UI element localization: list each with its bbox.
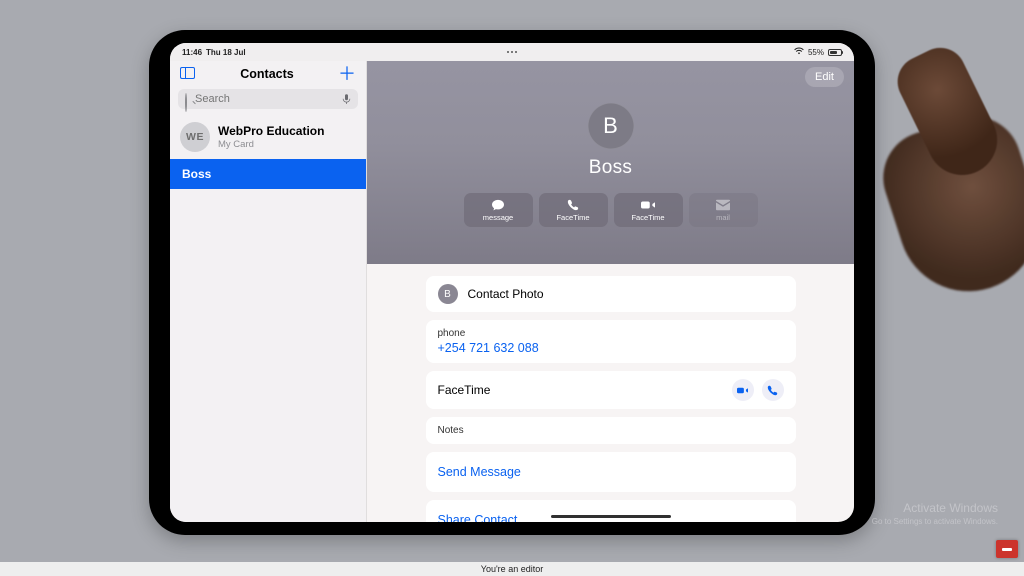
notes-card[interactable]: Notes — [426, 417, 796, 444]
ipad-device-frame: 11:46 Thu 18 Jul 55% Contacts ＋ — [149, 30, 875, 535]
contact-row-selected[interactable]: Boss — [170, 159, 366, 189]
sidebar-toggle-icon[interactable] — [180, 67, 196, 81]
video-icon — [641, 199, 655, 211]
phone-field-label: phone — [438, 328, 784, 339]
battery-pct: 55% — [808, 48, 824, 57]
battery-icon — [828, 49, 842, 56]
my-card-row[interactable]: WE WebPro Education My Card — [170, 115, 366, 159]
search-icon — [185, 94, 190, 105]
facetime-card: FaceTime — [426, 371, 796, 409]
contact-detail-pane: Edit B Boss message FaceTime — [367, 61, 854, 522]
contact-row-label: Boss — [182, 167, 211, 181]
facetime-audio-button[interactable] — [762, 379, 784, 401]
share-contact-row[interactable]: Share Contact — [426, 500, 796, 522]
facetime-video-action-button[interactable]: FaceTime — [614, 193, 683, 227]
facetime-label: FaceTime — [438, 383, 491, 397]
search-field[interactable] — [178, 89, 358, 109]
home-indicator[interactable] — [551, 515, 671, 519]
phone-card[interactable]: phone +254 721 632 088 — [426, 320, 796, 363]
message-icon — [491, 199, 505, 211]
wifi-icon — [794, 47, 804, 57]
edit-button[interactable]: Edit — [805, 67, 844, 87]
dictation-icon[interactable] — [342, 94, 351, 105]
sidebar-title: Contacts — [240, 67, 293, 81]
phone-number[interactable]: +254 721 632 088 — [438, 341, 784, 355]
my-card-name: WebPro Education — [218, 124, 324, 138]
contact-name: Boss — [589, 157, 632, 179]
contact-photo-row[interactable]: B Contact Photo — [426, 276, 796, 312]
search-input[interactable] — [195, 93, 337, 105]
my-card-sub: My Card — [218, 139, 324, 150]
my-card-avatar: WE — [180, 122, 210, 152]
contact-photo-label: Contact Photo — [468, 287, 544, 301]
status-bar: 11:46 Thu 18 Jul 55% — [170, 43, 854, 61]
multitask-dots-icon[interactable] — [507, 51, 517, 53]
video-icon — [737, 385, 748, 396]
send-message-row[interactable]: Send Message — [426, 452, 796, 492]
phone-icon — [566, 199, 580, 211]
phone-icon — [767, 385, 778, 396]
windows-activation-watermark: Activate Windows Go to Settings to activ… — [872, 501, 998, 526]
add-contact-button[interactable]: ＋ — [338, 67, 356, 81]
contact-photo-avatar: B — [438, 284, 458, 304]
message-action-button[interactable]: message — [464, 193, 533, 227]
contact-hero: Edit B Boss message FaceTime — [367, 61, 854, 264]
recorder-badge-icon — [996, 540, 1018, 558]
contact-avatar[interactable]: B — [588, 103, 634, 149]
mail-action-button: mail — [689, 193, 758, 227]
facetime-video-button[interactable] — [732, 379, 754, 401]
mail-icon — [716, 199, 730, 211]
editor-footer: You're an editor — [0, 562, 1024, 576]
status-date: Thu 18 Jul — [206, 48, 246, 57]
status-time: 11:46 — [182, 48, 202, 57]
facetime-audio-action-button[interactable]: FaceTime — [539, 193, 608, 227]
contacts-sidebar: Contacts ＋ WE WebPro Education My Card — [170, 61, 367, 522]
notes-label: Notes — [438, 425, 784, 436]
ipad-screen: 11:46 Thu 18 Jul 55% Contacts ＋ — [170, 43, 854, 522]
